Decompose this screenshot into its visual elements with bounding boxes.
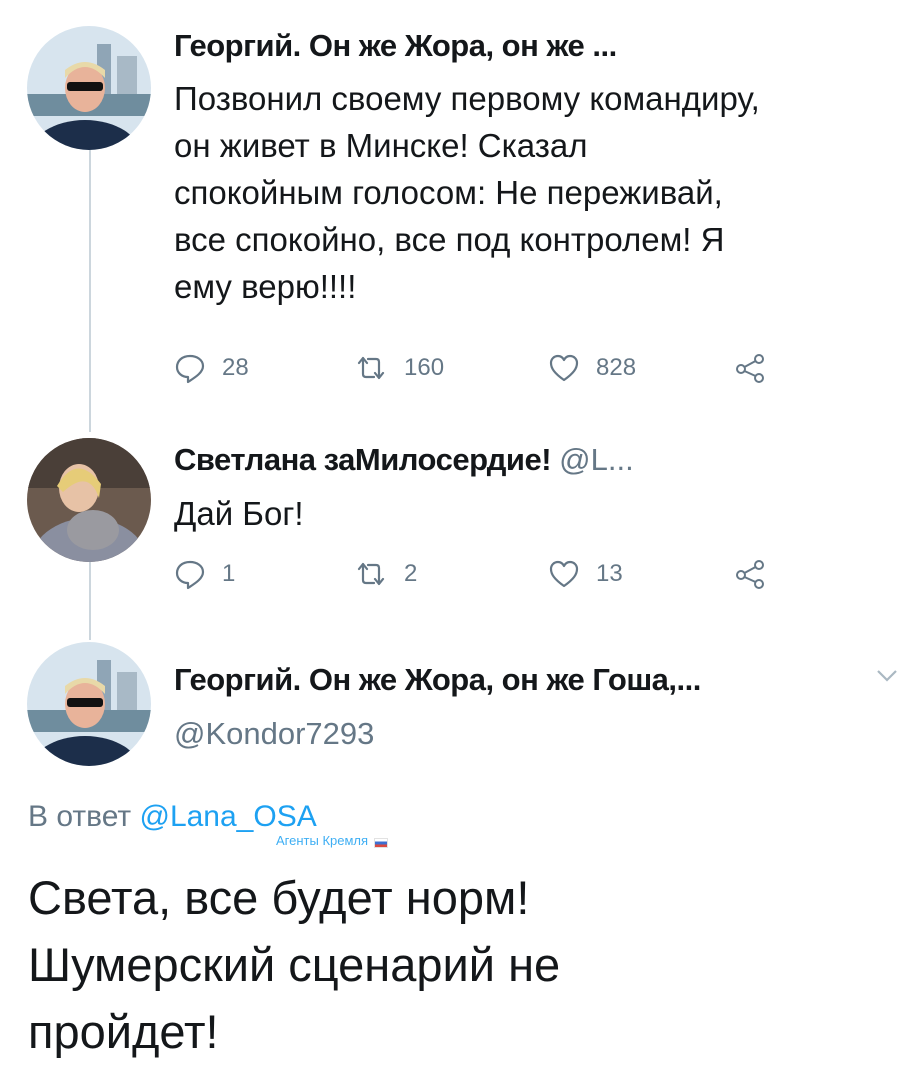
like-count: 13 bbox=[596, 560, 623, 587]
reply-prefix: В ответ bbox=[28, 800, 132, 833]
retweet-button[interactable]: 2 bbox=[354, 558, 417, 590]
retweet-button[interactable]: 160 bbox=[354, 352, 444, 384]
avatar-svetlana[interactable] bbox=[27, 438, 151, 562]
author-handle: @L... bbox=[559, 442, 634, 477]
tweet-text: Позвонил своему первому командиру, он жи… bbox=[174, 80, 760, 305]
tweet-author[interactable]: Георгий. Он же Жора, он же ... bbox=[174, 28, 617, 64]
reply-icon bbox=[175, 354, 205, 384]
share-button[interactable] bbox=[734, 558, 782, 590]
tweet-author[interactable]: Георгий. Он же Жора, он же Гоша,... bbox=[174, 662, 701, 698]
thread-line bbox=[89, 150, 91, 432]
retweet-count: 160 bbox=[404, 354, 445, 381]
reply-count: 1 bbox=[222, 560, 236, 587]
avatar-georgiy[interactable] bbox=[27, 642, 151, 766]
like-button[interactable]: 13 bbox=[548, 558, 623, 590]
tweet-actions: 28 160 828 bbox=[174, 352, 794, 392]
avatar-georgiy[interactable] bbox=[27, 26, 151, 150]
share-icon bbox=[736, 560, 764, 589]
like-icon bbox=[549, 354, 579, 382]
retweet-count: 2 bbox=[404, 560, 418, 587]
reply-count: 28 bbox=[222, 354, 249, 381]
author-name: Светлана заМилосердие! bbox=[174, 442, 552, 477]
reply-button[interactable]: 1 bbox=[174, 558, 235, 590]
russian-flag-icon bbox=[374, 837, 389, 848]
tweet-text: Дай Бог! bbox=[174, 495, 304, 532]
thread-line bbox=[89, 562, 91, 640]
tweet-author[interactable]: Светлана заМилосердие! @L... bbox=[174, 442, 634, 478]
chevron-down-icon[interactable] bbox=[875, 668, 899, 684]
reply-context: В ответ @Lana_OSA bbox=[28, 800, 317, 834]
author-handle: @Kondor7293 bbox=[174, 716, 375, 751]
like-icon bbox=[549, 560, 579, 588]
reply-button[interactable]: 28 bbox=[174, 352, 249, 384]
reply-icon bbox=[175, 560, 205, 590]
like-button[interactable]: 828 bbox=[548, 352, 636, 384]
retweet-icon bbox=[357, 562, 385, 586]
tweet-text-main: Света, все будет норм! Шумерский сценари… bbox=[28, 871, 561, 1058]
share-button[interactable] bbox=[734, 352, 782, 384]
reply-mention-link[interactable]: @Lana_OSA bbox=[139, 800, 316, 833]
author-name: Георгий. Он же Жора, он же ... bbox=[174, 28, 617, 63]
share-icon bbox=[736, 354, 764, 383]
watermark: Агенты Кремля bbox=[276, 833, 389, 848]
like-count: 828 bbox=[596, 354, 637, 381]
author-name: Георгий. Он же Жора, он же Гоша,... bbox=[174, 662, 701, 697]
watermark-text: Агенты Кремля bbox=[276, 833, 369, 848]
retweet-icon bbox=[357, 356, 385, 380]
author-handle-row[interactable]: @Kondor7293 bbox=[174, 716, 374, 752]
tweet-actions: 1 2 13 bbox=[174, 558, 794, 598]
